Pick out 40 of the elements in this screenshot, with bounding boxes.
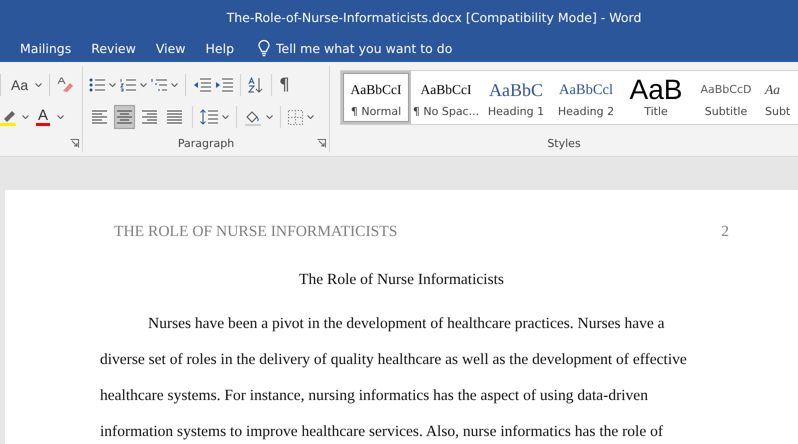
ribbon-tab[interactable]: View: [146, 35, 196, 62]
caret-icon[interactable]: [22, 115, 29, 119]
document-title: The Role of Nurse Informaticists: [298, 270, 505, 290]
running-header: THE ROLE OF NURSE INFORMATICISTS: [114, 223, 398, 241]
dialog-launcher-icon[interactable]: [70, 139, 79, 148]
increase-indent-icon[interactable]: [215, 78, 233, 92]
body-paragraph: Nurses have been a pivot in the development of healthcare practices. Nurses have a diverse set of roles in the delivery of quality healthcare as well as the development of effective healthcare systems. For instance, nursing informatics has the aspect of using data-driven information systems to improve healthcare services. Also, nurse informatics has the role of: [100, 314, 688, 442]
ribbon-tab[interactable]: Review: [81, 35, 146, 62]
caret-icon[interactable]: [171, 83, 178, 87]
sort-icon[interactable]: [248, 77, 264, 93]
bullet-list-icon[interactable]: [89, 78, 105, 92]
window-title: The-Role-of-Nurse-Informaticists.docx [Compatibility Mode] - Word: [226, 10, 642, 25]
style-option[interactable]: AaBbCcI ¶ Normal: [341, 71, 411, 124]
caret-icon[interactable]: [109, 83, 116, 87]
lightbulb-icon: [258, 40, 270, 57]
caret-icon[interactable]: [57, 115, 64, 119]
ribbon-tab[interactable]: Help: [196, 35, 244, 62]
dialog-launcher-icon[interactable]: [317, 139, 326, 148]
styles-group-label: Styles: [546, 136, 582, 152]
multilevel-list-icon[interactable]: [151, 78, 167, 92]
highlighter-icon[interactable]: [0, 108, 18, 126]
caret-icon[interactable]: [222, 115, 229, 119]
line-spacing-icon[interactable]: [200, 109, 218, 125]
numbered-list-icon[interactable]: [120, 78, 136, 92]
caret-icon[interactable]: [266, 115, 273, 119]
page-number: 2: [721, 223, 729, 241]
tell-me-field[interactable]: Tell me what you want to do: [276, 41, 476, 56]
align-button[interactable]: [114, 105, 135, 129]
change-case-button[interactable]: Aa: [8, 73, 32, 97]
eraser-icon[interactable]: [57, 77, 74, 93]
paragraph-group-label: Paragraph: [176, 136, 236, 152]
decrease-indent-icon[interactable]: [193, 78, 211, 92]
show-formatting-button[interactable]: ¶: [279, 75, 290, 95]
ribbon-tab[interactable]: Mailings: [10, 35, 82, 62]
caret-icon[interactable]: [140, 83, 147, 87]
caret-icon[interactable]: [35, 83, 42, 87]
caret-icon[interactable]: [307, 115, 314, 119]
borders-icon[interactable]: [288, 110, 303, 124]
paint-bucket-icon[interactable]: [244, 108, 262, 126]
font-color-button[interactable]: A: [33, 105, 54, 129]
